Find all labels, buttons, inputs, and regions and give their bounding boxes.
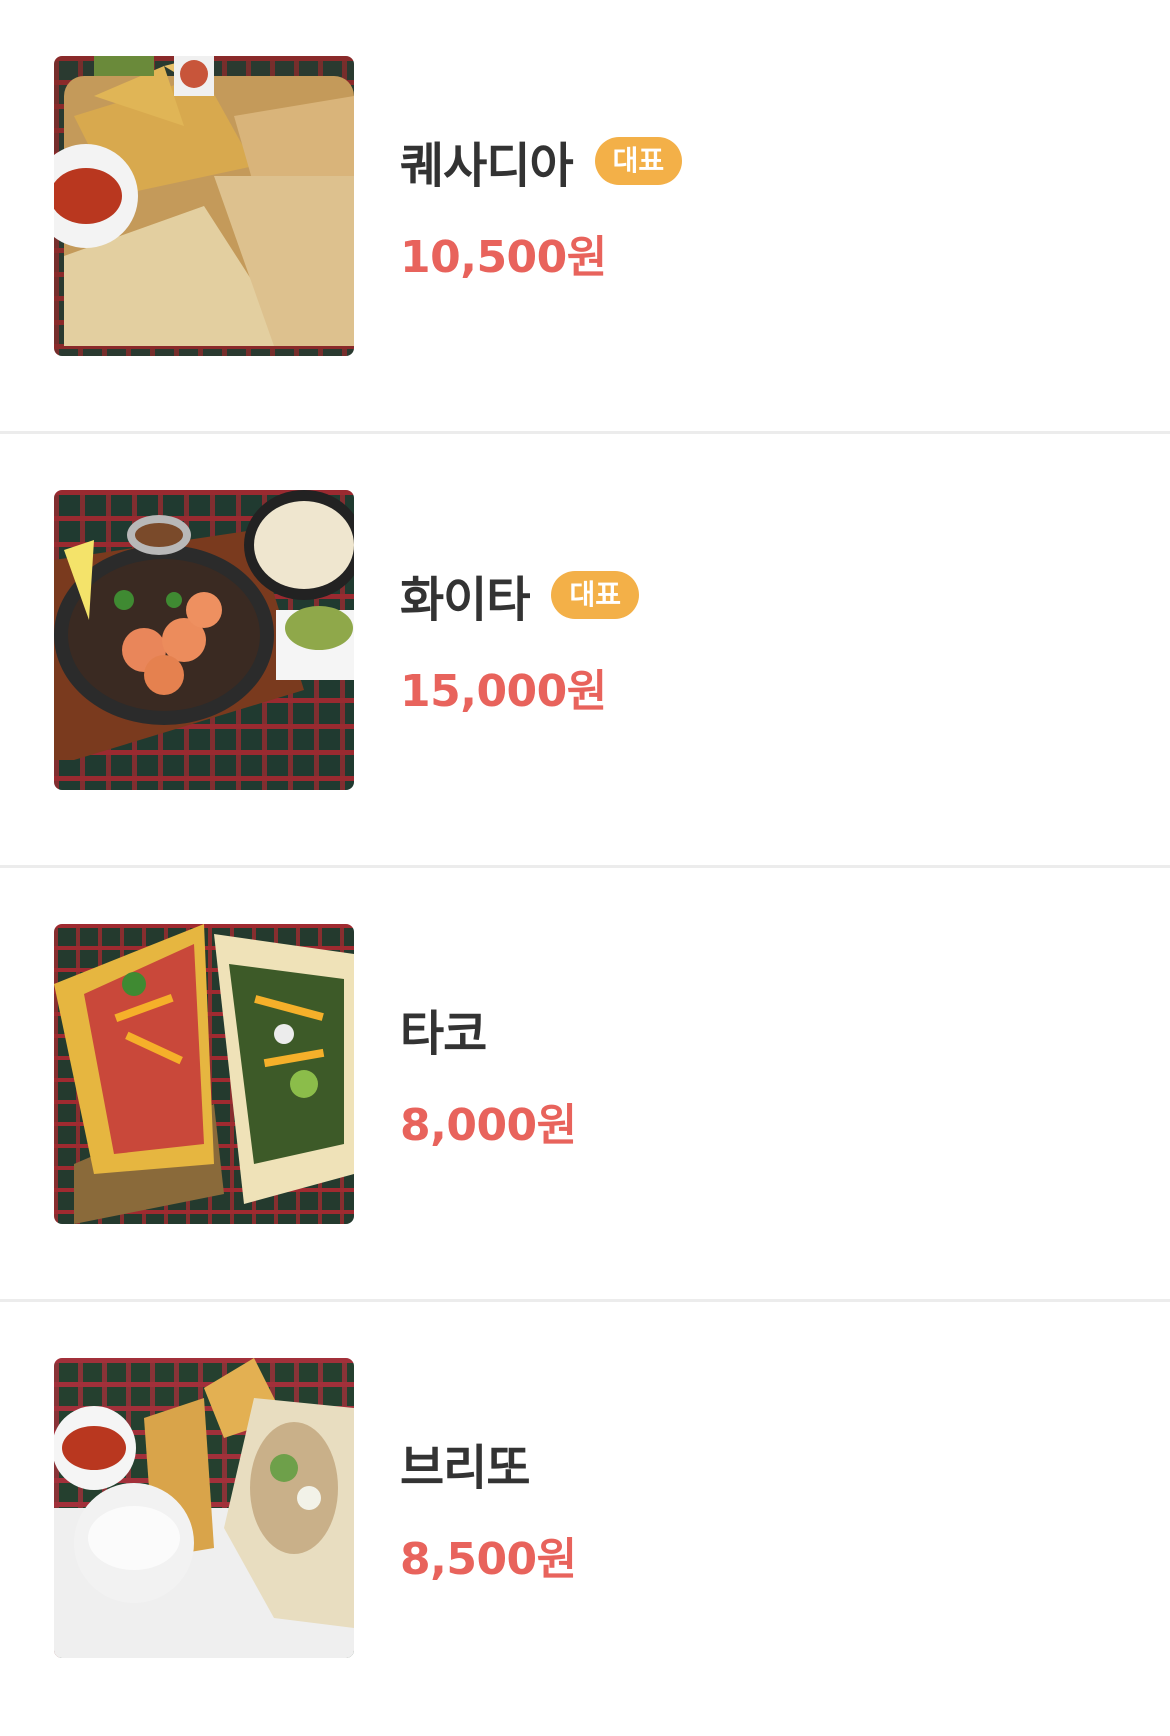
item-price: 8,500원 — [400, 1534, 577, 1585]
item-name: 퀘사디아 — [400, 138, 574, 194]
taco-photo — [54, 924, 354, 1224]
item-price: 15,000원 — [400, 666, 607, 717]
item-name: 화이타 — [400, 572, 530, 628]
item-name: 브리또 — [400, 1440, 530, 1496]
fajita-photo — [54, 490, 354, 790]
item-info: 브리또 8,500원 — [400, 1302, 577, 1716]
menu-item-quesadilla[interactable]: 퀘사디아 대표 10,500원 — [0, 0, 1170, 434]
item-info: 화이타 대표 15,000원 — [400, 434, 640, 848]
item-price: 10,500원 — [400, 232, 607, 283]
burrito-photo — [54, 1358, 354, 1658]
item-info: 퀘사디아 대표 10,500원 — [400, 0, 683, 414]
menu-item-burrito[interactable]: 브리또 8,500원 — [0, 1302, 1170, 1736]
menu-item-taco[interactable]: 타코 8,000원 — [0, 868, 1170, 1302]
item-info: 타코 8,000원 — [400, 868, 577, 1282]
item-price: 8,000원 — [400, 1100, 577, 1151]
name-row: 타코 — [400, 997, 577, 1062]
menu-list: 퀘사디아 대표 10,500원 화이타 대표 15,000원 타코 8,000원… — [0, 0, 1170, 1736]
signature-badge: 대표 — [551, 571, 640, 619]
name-row: 브리또 — [400, 1431, 577, 1496]
item-name: 타코 — [400, 1006, 487, 1062]
name-row: 퀘사디아 대표 — [400, 129, 683, 194]
quesadilla-photo — [54, 56, 354, 356]
name-row: 화이타 대표 — [400, 563, 640, 628]
signature-badge: 대표 — [594, 137, 683, 185]
menu-item-fajita[interactable]: 화이타 대표 15,000원 — [0, 434, 1170, 868]
